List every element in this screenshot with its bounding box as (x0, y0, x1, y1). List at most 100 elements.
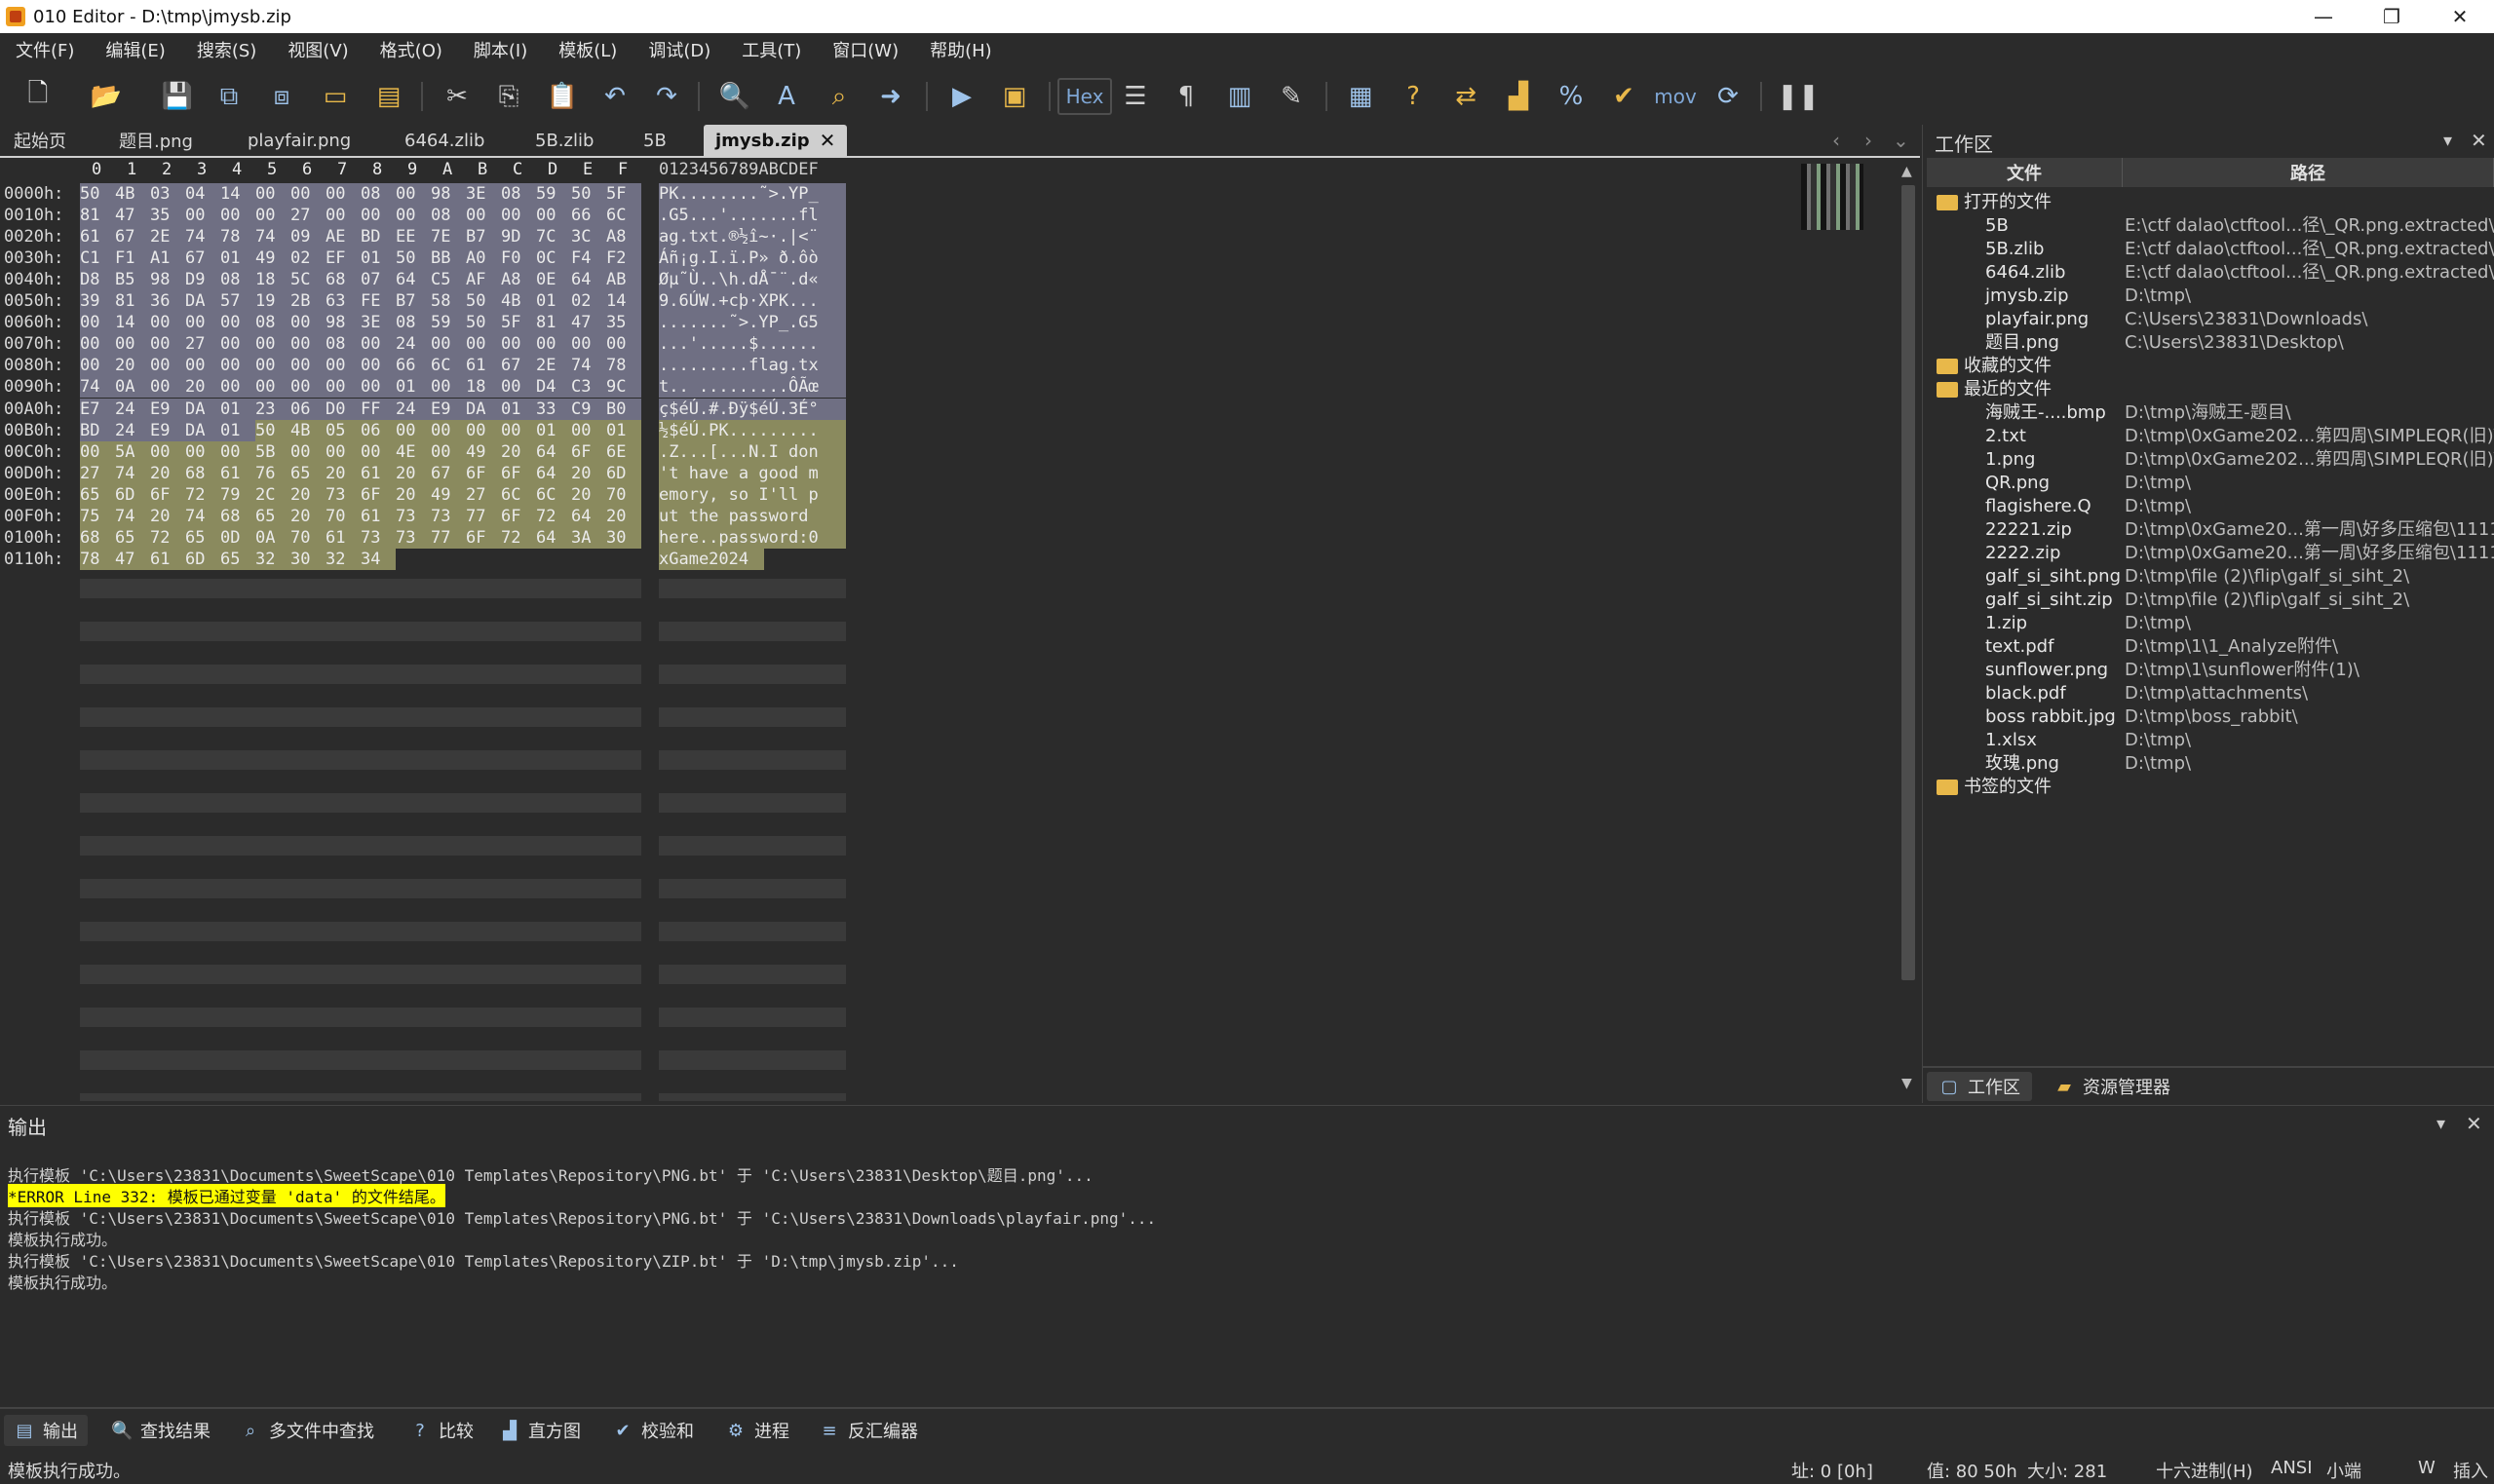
hex-mode-icon[interactable]: Hex (1057, 78, 1112, 115)
hex-byte[interactable]: 2E (150, 226, 185, 248)
tab-5b[interactable]: 5B (632, 125, 678, 156)
hex-byte[interactable]: 61 (361, 462, 396, 484)
hex-row[interactable]: 0110h: 78 47 61 6D 65 32 30 32 34 xGame2024 (0, 548, 877, 570)
hex-byte[interactable]: EF (326, 247, 361, 270)
new-file-icon[interactable]: 🗋 (19, 78, 57, 115)
row-text[interactable]: ag.txt.®½î~·.|<¨ (659, 226, 846, 248)
hex-row[interactable]: 0020h: 61 67 2E 74 78 74 09 AE BD EE 7E B7 9D 7C 3C A8 ag… (0, 226, 877, 248)
hex-byte[interactable]: 00 (290, 376, 326, 399)
hex-byte[interactable]: 19 (255, 290, 290, 313)
hex-byte[interactable]: 00 (361, 440, 396, 463)
hex-byte[interactable]: 27 (466, 483, 501, 506)
hex-byte[interactable]: 00 (80, 333, 115, 356)
bottom-tab[interactable]: ⌕ 多文件中查找 (230, 1415, 384, 1446)
hex-byte[interactable]: 50 (466, 290, 501, 313)
hex-byte[interactable]: 72 (501, 526, 536, 549)
close-panel-icon[interactable]: ✕ (2471, 129, 2487, 152)
hex-byte[interactable]: 4B (501, 290, 536, 313)
hex-byte[interactable]: 6D (115, 483, 150, 506)
hex-byte[interactable]: 74 (255, 226, 290, 248)
hex-byte[interactable]: 14 (606, 290, 641, 313)
hex-byte[interactable]: 00 (220, 440, 255, 463)
hex-byte[interactable]: 01 (536, 419, 571, 441)
hex-row[interactable]: 0100h: 68 65 72 65 0D 0A 70 61 73 73 77 6F 72 64 3A 30 he… (0, 526, 877, 549)
hex-byte[interactable]: 68 (185, 462, 220, 484)
hex-byte[interactable]: 20 (396, 483, 431, 506)
hex-byte[interactable]: 00 (220, 333, 255, 356)
hex-byte[interactable]: 18 (466, 376, 501, 399)
hex-byte[interactable]: 08 (396, 312, 431, 334)
hex-byte[interactable]: 30 (290, 548, 326, 570)
hex-byte[interactable]: 9C (606, 376, 641, 399)
hex-byte[interactable]: 20 (396, 462, 431, 484)
hex-byte[interactable]: 70 (606, 483, 641, 506)
workspace-file-item[interactable]: boss rabbit.jpg D:\tmp\boss_rabbit\ (1927, 705, 2492, 729)
row-text[interactable]: ut the password (659, 505, 846, 527)
hex-byte[interactable]: 07 (361, 269, 396, 291)
highlight-icon[interactable]: ✎ (1273, 78, 1310, 115)
row-text[interactable]: .G5...'.......fl (659, 205, 846, 227)
hex-byte[interactable]: 61 (150, 548, 185, 570)
hex-byte[interactable]: 58 (431, 290, 466, 313)
hex-row[interactable]: 00A0h: E7 24 E9 DA 01 23 06 D0 FF 24 E9 DA 01 33 C9 B0 ç$… (0, 398, 877, 420)
run-template-icon[interactable]: ▣ (996, 78, 1033, 115)
hex-byte[interactable]: EE (396, 226, 431, 248)
workspace-file-item[interactable]: QR.png D:\tmp\ (1927, 472, 2492, 495)
hex-byte[interactable]: 6F (501, 505, 536, 527)
paste-icon[interactable]: 📋 (544, 78, 581, 115)
hex-byte[interactable]: 20 (571, 462, 606, 484)
hex-row[interactable]: 0010h: 81 47 35 00 00 00 27 00 00 00 08 00 00 00 66 6C .G… (0, 205, 877, 227)
hex-byte[interactable]: 34 (361, 548, 396, 570)
hex-byte[interactable]: BD (80, 419, 115, 441)
hex-byte[interactable]: 08 (501, 183, 536, 205)
menu-search[interactable]: 搜索(S) (187, 37, 266, 62)
hex-byte[interactable]: 6F (571, 440, 606, 463)
hex-byte[interactable]: 65 (220, 548, 255, 570)
hex-byte[interactable]: 00 (150, 333, 185, 356)
hex-byte[interactable]: 4B (115, 183, 150, 205)
hex-byte[interactable]: 00 (255, 355, 290, 377)
hex-byte[interactable]: 00 (290, 333, 326, 356)
hex-row[interactable]: 0090h: 74 0A 00 20 00 00 00 00 00 01 00 18 00 D4 C3 9C t.… (0, 376, 877, 399)
multi-open-icon[interactable]: ▤ (370, 78, 407, 115)
hex-byte[interactable]: 00 (396, 183, 431, 205)
hex-byte[interactable]: 08 (326, 333, 361, 356)
hex-byte[interactable]: 20 (501, 440, 536, 463)
workspace-file-item[interactable]: 玫瑰.png D:\tmp\ (1927, 752, 2492, 776)
minimize-button[interactable]: — (2289, 0, 2358, 33)
scroll-down-icon[interactable]: ▼ (1901, 1076, 1912, 1091)
hex-byte[interactable]: 59 (431, 312, 466, 334)
hex-byte[interactable]: 03 (150, 183, 185, 205)
hex-byte[interactable]: 76 (255, 462, 290, 484)
hex-byte[interactable]: DA (185, 398, 220, 420)
hex-byte[interactable]: 00 (150, 355, 185, 377)
hex-byte[interactable]: 00 (571, 333, 606, 356)
hex-byte[interactable]: 0C (536, 247, 571, 270)
tab-workspace[interactable]: ▢ 工作区 (1927, 1072, 2032, 1101)
hex-byte[interactable]: 66 (396, 355, 431, 377)
hex-byte[interactable]: C5 (431, 269, 466, 291)
hex-byte[interactable]: 01 (220, 247, 255, 270)
menu-view[interactable]: 视图(V) (278, 37, 358, 62)
hex-byte[interactable]: 0A (255, 526, 290, 549)
hex-byte[interactable]: 02 (290, 247, 326, 270)
hex-byte[interactable]: 30 (606, 526, 641, 549)
find-in-files-icon[interactable]: ⌕ (821, 78, 858, 115)
hex-byte[interactable]: A0 (466, 247, 501, 270)
hex-byte[interactable]: 6D (606, 462, 641, 484)
hex-byte[interactable]: 50 (571, 183, 606, 205)
hex-byte[interactable]: 02 (571, 290, 606, 313)
goto-icon[interactable]: ➜ (872, 78, 909, 115)
copy-icon[interactable]: ⎘ (490, 78, 527, 115)
hex-byte[interactable]: BD (361, 226, 396, 248)
hex-byte[interactable]: 05 (326, 419, 361, 441)
hex-byte[interactable]: 32 (255, 548, 290, 570)
hex-byte[interactable]: A8 (606, 226, 641, 248)
hex-byte[interactable]: 14 (220, 183, 255, 205)
hex-byte[interactable]: 00 (150, 440, 185, 463)
hex-byte[interactable]: 00 (361, 376, 396, 399)
workspace-group[interactable]: 最近的文件 (1927, 378, 2492, 401)
pilcrow-icon[interactable]: ¶ (1168, 78, 1205, 115)
hex-byte[interactable]: 04 (185, 183, 220, 205)
hex-byte[interactable]: 6F (150, 483, 185, 506)
